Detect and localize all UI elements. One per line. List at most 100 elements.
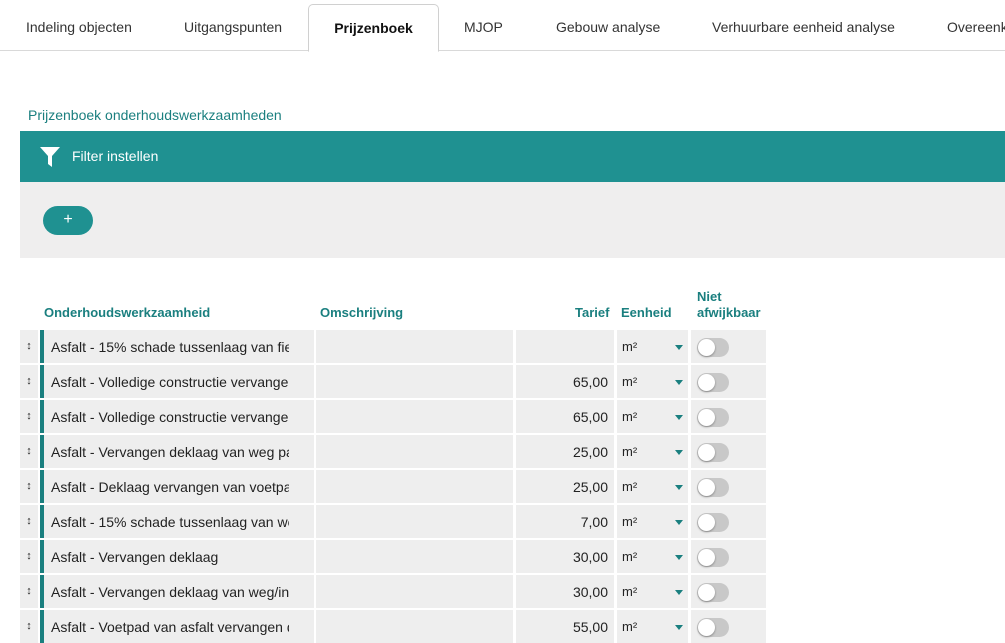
work-cell: Asfalt - Deklaag vervangen van voetpad <box>40 470 314 503</box>
description-cell[interactable] <box>316 610 513 643</box>
add-button[interactable]: + <box>43 206 93 235</box>
drag-handle-icon[interactable]: ↕ <box>20 610 38 643</box>
rate-value: 55,00 <box>572 619 608 635</box>
tab-overeenkomsten[interactable]: Overeenkomsten <box>947 0 1005 51</box>
work-name: Asfalt - Vervangen deklaag <box>51 549 219 565</box>
filter-toggle-bar[interactable]: Filter instellen <box>20 131 1005 182</box>
niet-afwijkbaar-toggle[interactable] <box>697 548 729 567</box>
niet-afwijkbaar-toggle[interactable] <box>697 373 729 392</box>
rate-cell[interactable]: 30,00 <box>516 575 614 608</box>
caret-down-icon <box>675 345 683 350</box>
drag-handle-icon[interactable]: ↕ <box>20 505 38 538</box>
rate-cell[interactable]: 25,00 <box>516 435 614 468</box>
header-niet-afwijkbaar-line1: Niet <box>697 289 722 304</box>
niet-afwijkbaar-cell <box>691 330 766 363</box>
unit-select[interactable]: m² <box>617 470 688 503</box>
work-name: Asfalt - Vervangen deklaag van weg/inrit <box>51 584 289 600</box>
toggle-knob <box>698 409 715 426</box>
rate-cell[interactable]: 30,00 <box>516 540 614 573</box>
caret-down-icon <box>675 520 683 525</box>
toggle-knob <box>698 514 715 531</box>
table-row: ↕ Asfalt - 15% schade tussenlaag van fiet… <box>20 330 766 363</box>
tab-mjop[interactable]: MJOP <box>464 0 503 51</box>
rate-cell[interactable]: 7,00 <box>516 505 614 538</box>
unit-value: m² <box>622 339 638 354</box>
table-row: ↕ Asfalt - Deklaag vervangen van voetpad 2… <box>20 470 766 503</box>
niet-afwijkbaar-cell <box>691 575 766 608</box>
unit-select[interactable]: m² <box>617 575 688 608</box>
add-panel: + <box>20 182 1005 258</box>
tab-prijzenboek[interactable]: Prijzenboek <box>308 4 439 52</box>
header-tarief[interactable]: Tarief <box>575 305 609 320</box>
tab-uitgangspunten[interactable]: Uitgangspunten <box>184 0 282 51</box>
niet-afwijkbaar-toggle[interactable] <box>697 408 729 427</box>
niet-afwijkbaar-cell <box>691 505 766 538</box>
header-onderhoudswerkzaamheid[interactable]: Onderhoudswerkzaamheid <box>44 305 210 320</box>
unit-value: m² <box>622 444 638 459</box>
funnel-icon <box>40 147 60 167</box>
tab-gebouw-analyse[interactable]: Gebouw analyse <box>556 0 660 51</box>
drag-handle-icon[interactable]: ↕ <box>20 540 38 573</box>
unit-select[interactable]: m² <box>617 330 688 363</box>
niet-afwijkbaar-cell <box>691 470 766 503</box>
caret-down-icon <box>675 415 683 420</box>
drag-handle-icon[interactable]: ↕ <box>20 365 38 398</box>
description-cell[interactable] <box>316 435 513 468</box>
rate-cell[interactable] <box>516 330 614 363</box>
drag-handle-icon[interactable]: ↕ <box>20 435 38 468</box>
toggle-knob <box>698 444 715 461</box>
tab-verhuurbare-eenheid-analyse[interactable]: Verhuurbare eenheid analyse <box>712 0 895 51</box>
niet-afwijkbaar-toggle[interactable] <box>697 478 729 497</box>
header-eenheid[interactable]: Eenheid <box>621 305 672 320</box>
description-cell[interactable] <box>316 575 513 608</box>
rate-cell[interactable]: 65,00 <box>516 400 614 433</box>
drag-handle-icon[interactable]: ↕ <box>20 400 38 433</box>
work-cell: Asfalt - Vervangen deklaag van weg/inrit <box>40 575 314 608</box>
filter-label: Filter instellen <box>72 148 159 164</box>
header-niet-afwijkbaar-line2: afwijkbaar <box>697 305 761 320</box>
drag-handle-icon[interactable]: ↕ <box>20 575 38 608</box>
rate-cell[interactable]: 25,00 <box>516 470 614 503</box>
niet-afwijkbaar-toggle[interactable] <box>697 443 729 462</box>
drag-handle-icon[interactable]: ↕ <box>20 330 38 363</box>
toggle-knob <box>698 374 715 391</box>
rate-cell[interactable]: 65,00 <box>516 365 614 398</box>
unit-value: m² <box>622 479 638 494</box>
work-cell: Asfalt - Vervangen deklaag <box>40 540 314 573</box>
table-row: ↕ Asfalt - Volledige constructie vervange… <box>20 400 766 433</box>
work-name: Asfalt - 15% schade tussenlaag van weg <box>51 514 289 530</box>
description-cell[interactable] <box>316 365 513 398</box>
niet-afwijkbaar-toggle[interactable] <box>697 513 729 532</box>
drag-handle-icon[interactable]: ↕ <box>20 470 38 503</box>
toggle-knob <box>698 584 715 601</box>
niet-afwijkbaar-cell <box>691 435 766 468</box>
unit-select[interactable]: m² <box>617 400 688 433</box>
unit-select[interactable]: m² <box>617 505 688 538</box>
description-cell[interactable] <box>316 540 513 573</box>
niet-afwijkbaar-toggle[interactable] <box>697 583 729 602</box>
work-name: Asfalt - Volledige constructie vervangen <box>51 409 289 425</box>
table-row: ↕ Asfalt - Volledige constructie vervange… <box>20 365 766 398</box>
caret-down-icon <box>675 380 683 385</box>
rate-value: 65,00 <box>572 374 608 390</box>
unit-value: m² <box>622 549 638 564</box>
description-cell[interactable] <box>316 400 513 433</box>
work-cell: Asfalt - Vervangen deklaag van weg parke… <box>40 435 314 468</box>
table-row: ↕ Asfalt - Voetpad van asfalt vervangen d… <box>20 610 766 643</box>
niet-afwijkbaar-toggle[interactable] <box>697 338 729 357</box>
niet-afwijkbaar-cell <box>691 365 766 398</box>
rate-value: 7,00 <box>580 514 608 530</box>
unit-select[interactable]: m² <box>617 435 688 468</box>
tab-indeling-objecten[interactable]: Indeling objecten <box>26 0 132 51</box>
description-cell[interactable] <box>316 330 513 363</box>
unit-select[interactable]: m² <box>617 540 688 573</box>
description-cell[interactable] <box>316 470 513 503</box>
unit-value: m² <box>622 374 638 389</box>
header-omschrijving[interactable]: Omschrijving <box>320 305 403 320</box>
rate-cell[interactable]: 55,00 <box>516 610 614 643</box>
unit-select[interactable]: m² <box>617 610 688 643</box>
niet-afwijkbaar-toggle[interactable] <box>697 618 729 637</box>
caret-down-icon <box>675 485 683 490</box>
unit-select[interactable]: m² <box>617 365 688 398</box>
description-cell[interactable] <box>316 505 513 538</box>
